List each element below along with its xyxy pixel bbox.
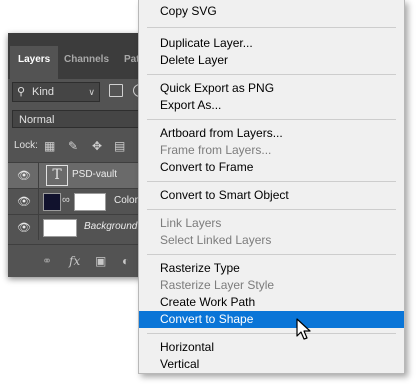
tab-channels[interactable]: Channels xyxy=(56,46,117,79)
menu-item-convert-to-smart-object[interactable]: Convert to Smart Object xyxy=(139,187,404,204)
text-layer-icon: T xyxy=(46,165,68,186)
adjustment-icon[interactable]: ◐ xyxy=(122,254,129,268)
filter-kind-label: Kind xyxy=(32,86,55,98)
chevron-down-icon: ∨ xyxy=(88,87,95,97)
menu-item-quick-export-png[interactable]: Quick Export as PNG xyxy=(139,80,404,97)
menu-item-export-as[interactable]: Export As... xyxy=(139,97,404,114)
mouse-cursor-icon xyxy=(296,318,311,340)
menu-separator xyxy=(147,119,396,120)
menu-separator xyxy=(147,27,396,28)
blend-row: Normal xyxy=(8,108,153,130)
menu-item-artboard-from-layers[interactable]: Artboard from Layers... xyxy=(139,125,404,142)
eye-icon[interactable]: 👁 xyxy=(17,195,31,208)
color-fill-thumbnail xyxy=(43,193,61,211)
menu-item-rasterize-layer-style: Rasterize Layer Style xyxy=(160,278,275,292)
lock-brush-icon[interactable]: ✎ xyxy=(68,139,78,153)
lock-artboard-icon[interactable]: ▤ xyxy=(114,139,125,153)
menu-item-vertical[interactable]: Vertical xyxy=(139,356,404,373)
menu-item-convert-to-frame[interactable]: Convert to Frame xyxy=(139,159,404,176)
lock-transparency-icon[interactable]: ▦ xyxy=(44,139,55,153)
layer-name[interactable]: Background xyxy=(84,221,137,232)
fx-icon[interactable]: fx xyxy=(69,254,80,268)
menu-item-duplicate-layer[interactable]: Duplicate Layer... xyxy=(139,35,404,52)
layer-name[interactable]: PSD-vault xyxy=(72,169,117,180)
lock-label: Lock: xyxy=(14,140,38,151)
menu-item-rasterize-type[interactable]: Rasterize Type xyxy=(139,260,404,277)
menu-separator xyxy=(147,209,396,210)
eye-icon[interactable]: 👁 xyxy=(17,169,31,182)
menu-separator xyxy=(147,181,396,182)
chain-link-icon[interactable]: ∞ xyxy=(62,194,70,206)
menu-item-link-layers: Link Layers xyxy=(160,216,222,230)
menu-item-horizontal[interactable]: Horizontal xyxy=(139,339,404,356)
filter-row: ⚲ Kind ∨ xyxy=(8,80,153,104)
menu-item-delete-layer[interactable]: Delete Layer xyxy=(139,52,404,69)
layers-bottom-bar: ⚭ fx ▣ ◐ xyxy=(8,244,153,277)
menu-item-frame-from-layers: Frame from Layers... xyxy=(160,143,272,157)
layer-row-background[interactable]: 👁 Background xyxy=(8,214,153,240)
eye-icon[interactable]: 👁 xyxy=(17,221,31,234)
menu-separator xyxy=(147,333,396,334)
lock-move-icon[interactable]: ✥ xyxy=(92,139,102,153)
menu-item-create-work-path[interactable]: Create Work Path xyxy=(139,294,404,311)
tab-layers[interactable]: Layers xyxy=(10,46,59,79)
menu-item-copy-svg[interactable]: Copy SVG xyxy=(139,3,404,20)
layers-panel: Layers Channels Pat ⚲ Kind ∨ Normal Lock… xyxy=(8,33,153,277)
menu-item-convert-to-shape[interactable]: Convert to Shape xyxy=(139,311,404,328)
layer-mask-thumbnail xyxy=(74,193,106,211)
menu-separator xyxy=(147,254,396,255)
search-icon: ⚲ xyxy=(17,86,26,98)
menu-separator xyxy=(147,74,396,75)
layer-row-psd-vault[interactable]: 👁 T PSD-vault xyxy=(8,162,153,188)
link-icon[interactable]: ⚭ xyxy=(42,254,52,268)
layer-name[interactable]: Color xyxy=(114,195,138,206)
pixel-filter-icon[interactable] xyxy=(109,84,123,97)
layer-row-color[interactable]: 👁 ∞ Color xyxy=(8,188,153,214)
layer-thumbnail xyxy=(43,219,77,237)
mask-icon[interactable]: ▣ xyxy=(95,254,106,268)
filter-kind-select[interactable]: ⚲ Kind ∨ xyxy=(12,82,100,102)
context-menu: Copy SVG Duplicate Layer... Delete Layer… xyxy=(138,0,405,374)
lock-row: Lock: ▦ ✎ ✥ ▤ xyxy=(8,137,153,157)
blend-mode-select[interactable]: Normal xyxy=(12,110,148,128)
panel-tab-bar: Layers Channels Pat xyxy=(8,33,153,79)
menu-item-select-linked-layers: Select Linked Layers xyxy=(160,233,272,247)
